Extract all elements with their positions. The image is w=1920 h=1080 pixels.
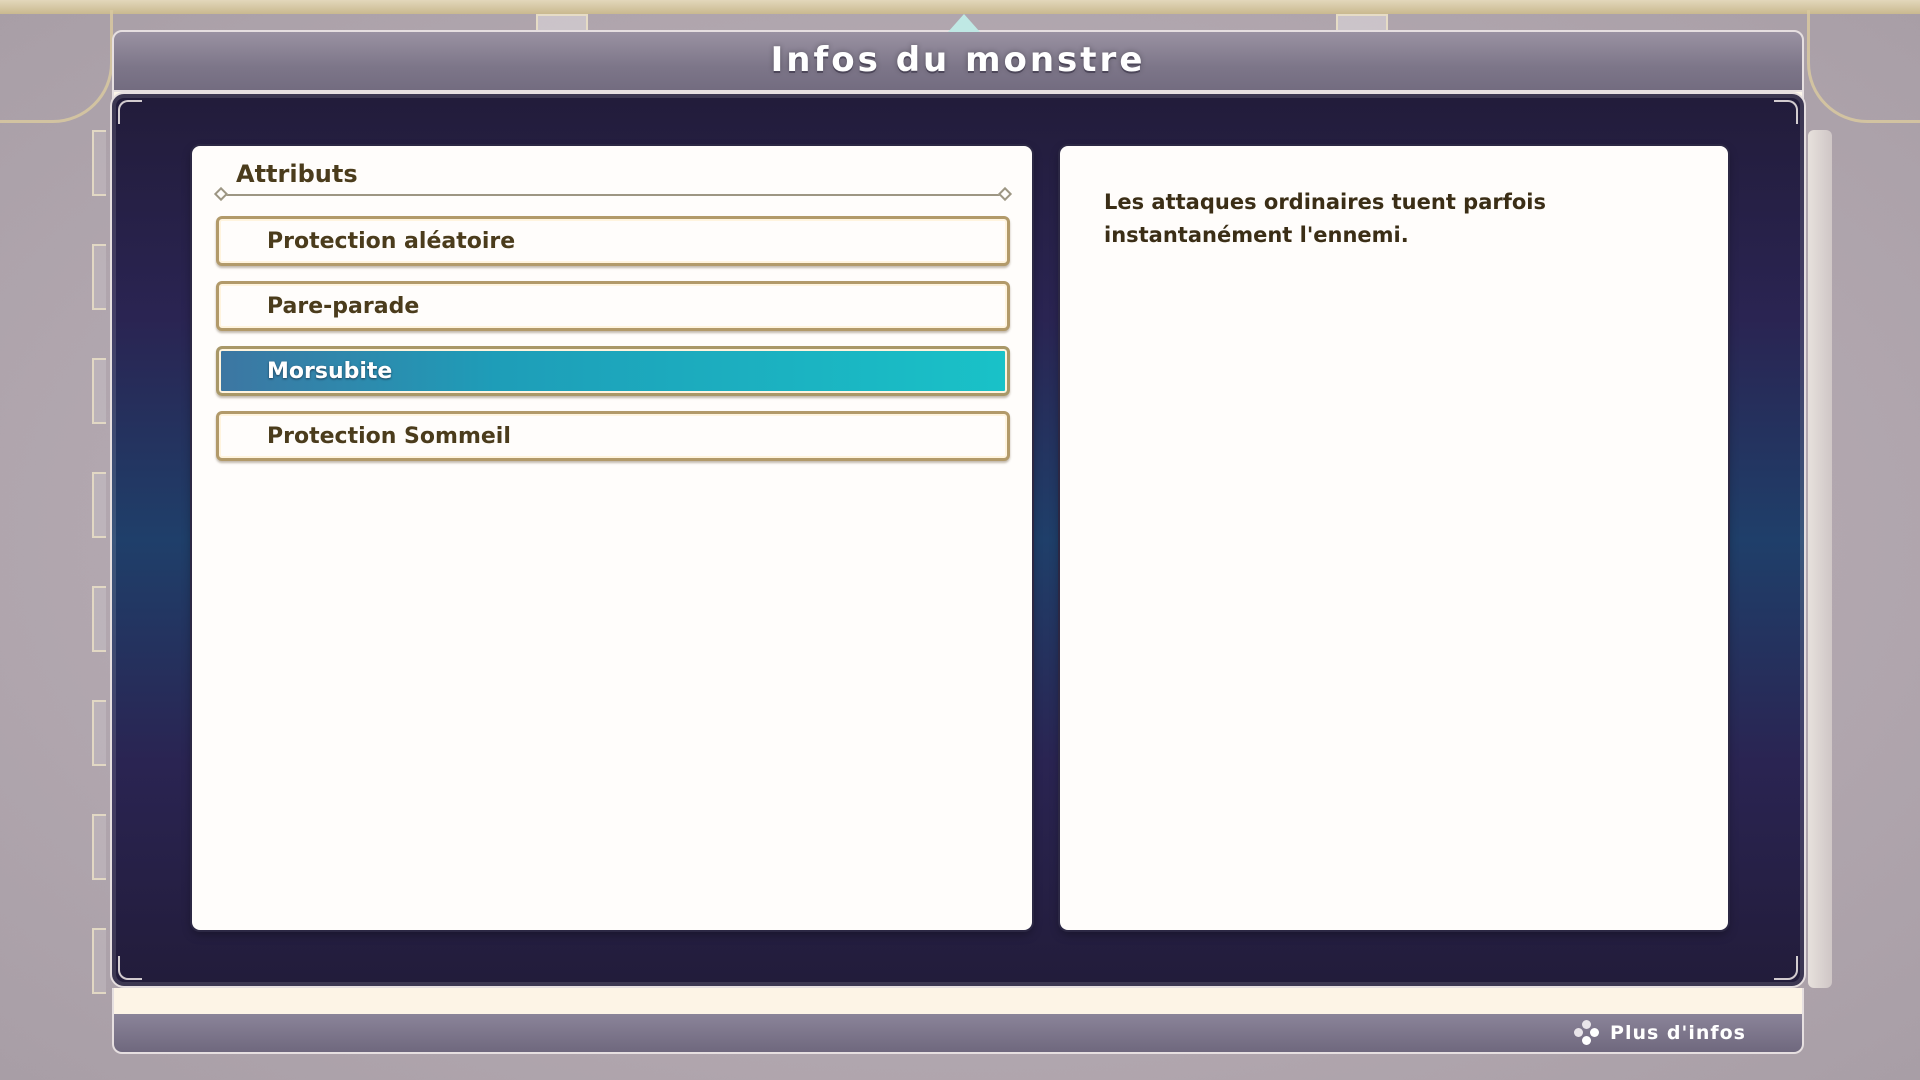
description-card: Les attaques ordinaires tuent parfois in… <box>1060 146 1728 930</box>
corner-ornament-icon <box>118 100 142 124</box>
footer-band <box>112 988 1804 1014</box>
window-title: Infos du monstre <box>770 40 1146 80</box>
attribute-list: Protection aléatoire Pare-parade Morsubi… <box>216 216 1010 476</box>
attribute-description: Les attaques ordinaires tuent parfois in… <box>1104 190 1546 247</box>
attribute-label: Morsubite <box>267 358 393 384</box>
monster-info-window: Infos du monstre Attributs Protection al… <box>110 14 1806 1054</box>
more-info-label: Plus d'infos <box>1610 1022 1746 1044</box>
attribute-item[interactable]: Protection Sommeil <box>216 411 1010 461</box>
attributes-heading: Attributs <box>236 160 358 188</box>
attribute-item[interactable]: Protection aléatoire <box>216 216 1010 266</box>
background-ornament-left <box>0 10 113 123</box>
title-notch-icon <box>948 14 980 32</box>
attribute-label: Protection aléatoire <box>267 228 516 254</box>
background-side-tabs <box>92 130 106 994</box>
corner-ornament-icon <box>118 956 142 980</box>
more-info-hint[interactable]: Plus d'infos <box>1574 1020 1746 1046</box>
background-top-rail <box>0 0 1920 14</box>
corner-ornament-icon <box>1774 100 1798 124</box>
title-bar: Infos du monstre <box>112 14 1804 92</box>
dpad-icon <box>1574 1020 1600 1046</box>
attribute-item-selected[interactable]: Morsubite <box>216 346 1010 396</box>
main-panel: Attributs Protection aléatoire Pare-para… <box>110 92 1806 988</box>
heading-divider <box>220 194 1006 196</box>
corner-ornament-icon <box>1774 956 1798 980</box>
footer-bar: Plus d'infos <box>112 1014 1804 1054</box>
background-ornament-right <box>1807 10 1920 123</box>
attribute-item[interactable]: Pare-parade <box>216 281 1010 331</box>
background-right-strip <box>1808 130 1832 988</box>
attributes-card: Attributs Protection aléatoire Pare-para… <box>192 146 1032 930</box>
attribute-label: Protection Sommeil <box>267 423 511 449</box>
attribute-label: Pare-parade <box>267 293 420 319</box>
